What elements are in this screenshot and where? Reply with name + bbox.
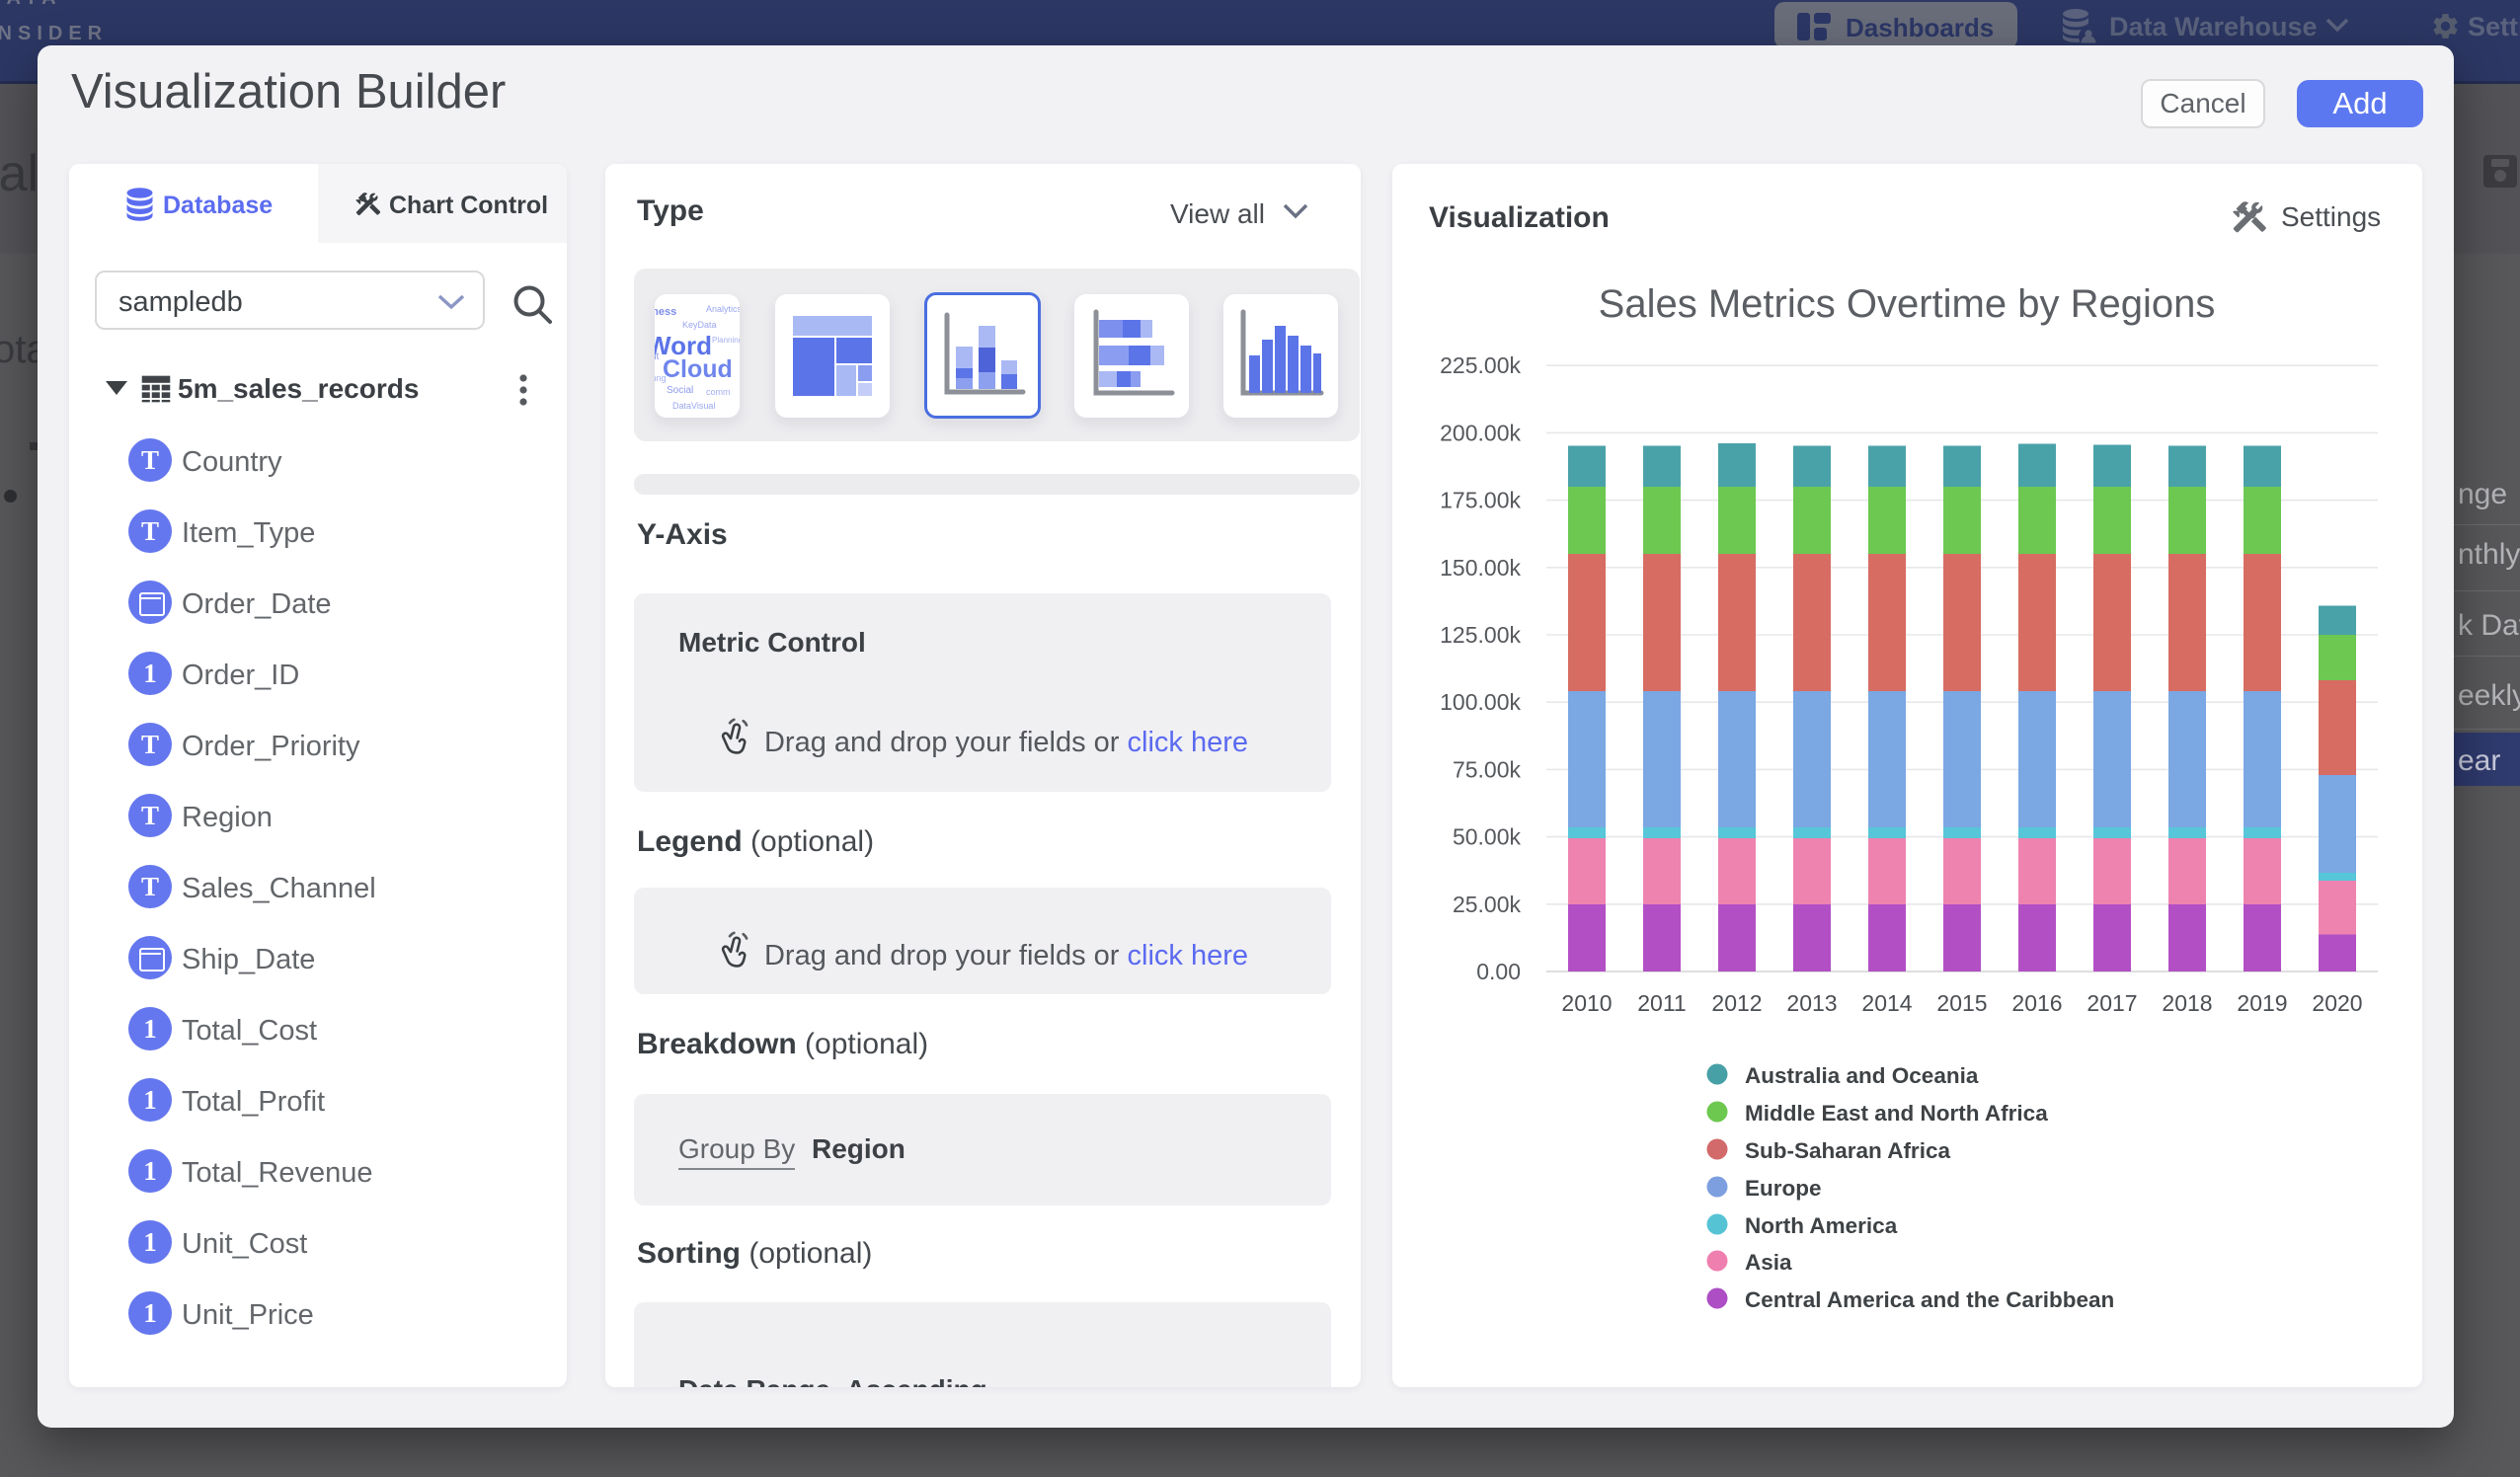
svg-text:Sales Metrics Overtime by Regi: Sales Metrics Overtime by Regions (1599, 282, 2216, 326)
svg-text:50.00k: 50.00k (1453, 824, 1522, 850)
svg-text:Middle East and North Africa: Middle East and North Africa (1745, 1101, 2048, 1126)
svg-text:125.00k: 125.00k (1440, 622, 1521, 648)
svg-text:2011: 2011 (1637, 990, 1686, 1016)
svg-text:Sub-Saharan Africa: Sub-Saharan Africa (1745, 1138, 1950, 1163)
svg-text:2016: 2016 (2011, 990, 2062, 1016)
svg-text:2020: 2020 (2312, 990, 2362, 1016)
svg-text:North America: North America (1745, 1213, 1898, 1238)
svg-text:Australia and Oceania: Australia and Oceania (1745, 1063, 1979, 1088)
svg-text:2014: 2014 (1861, 990, 1912, 1016)
svg-text:Asia: Asia (1745, 1250, 1792, 1275)
svg-text:0.00: 0.00 (1476, 959, 1521, 984)
svg-text:2015: 2015 (1936, 990, 1987, 1016)
svg-text:2010: 2010 (1561, 990, 1612, 1016)
svg-text:2012: 2012 (1711, 990, 1762, 1016)
svg-text:225.00k: 225.00k (1440, 352, 1521, 378)
svg-text:Europe: Europe (1745, 1176, 1822, 1201)
svg-text:150.00k: 150.00k (1440, 555, 1521, 581)
svg-text:2018: 2018 (2162, 990, 2212, 1016)
svg-text:2019: 2019 (2237, 990, 2287, 1016)
svg-text:25.00k: 25.00k (1453, 892, 1522, 917)
svg-text:200.00k: 200.00k (1440, 420, 1521, 445)
svg-text:Central America and the Caribb: Central America and the Caribbean (1745, 1287, 2114, 1312)
svg-text:175.00k: 175.00k (1440, 488, 1521, 513)
svg-text:2013: 2013 (1786, 990, 1837, 1016)
svg-text:100.00k: 100.00k (1440, 689, 1521, 715)
svg-text:75.00k: 75.00k (1453, 756, 1522, 782)
svg-text:2017: 2017 (2087, 990, 2137, 1016)
